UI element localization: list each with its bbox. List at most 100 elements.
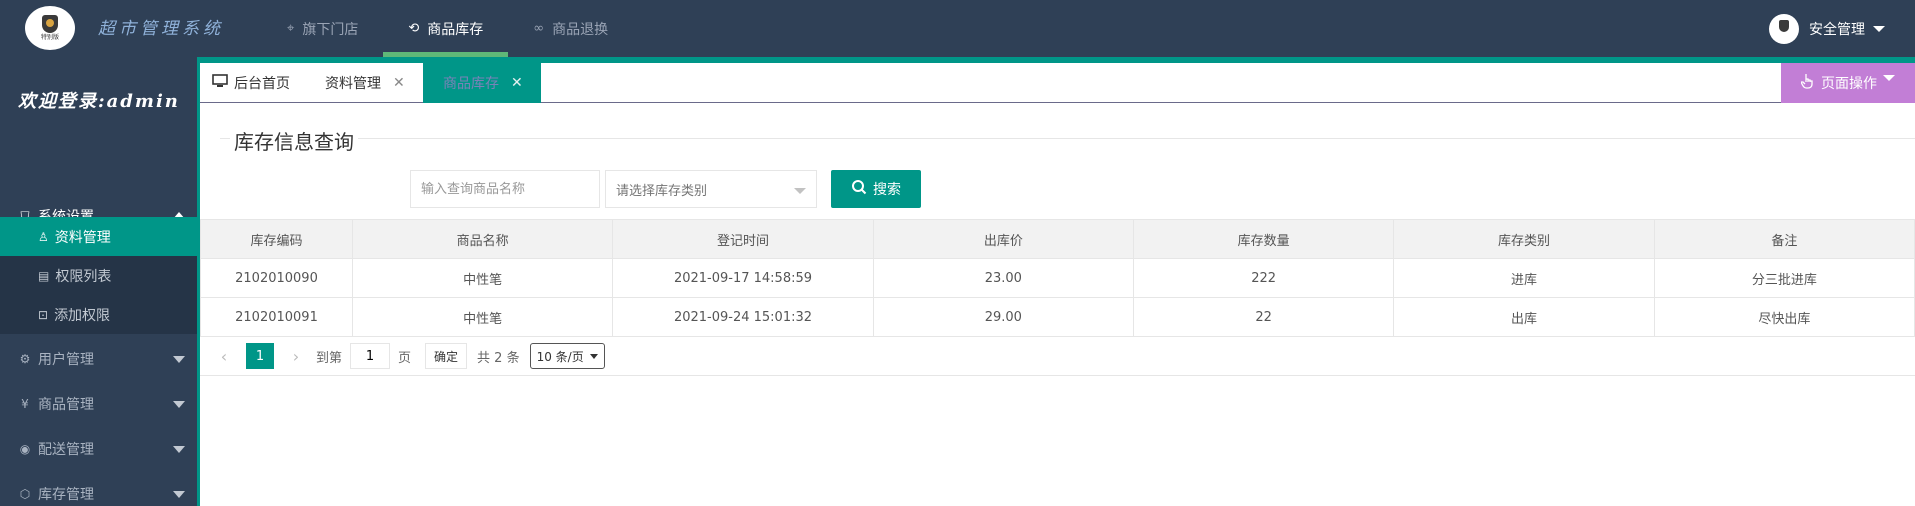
- pagination: ‹ 1 › 到第 页 确定 共 2 条 10 条/页: [210, 342, 605, 370]
- sidebar: 欢迎登录:admin ⛉ 系统设置 ♙ 资料管理 ▤ 权限列表 ⊡ 添加权限 ⚙…: [0, 57, 197, 506]
- page-size-select[interactable]: 10 条/页: [529, 343, 605, 369]
- location-pin-icon: ⌖: [287, 21, 295, 36]
- monitor-icon: [212, 74, 228, 92]
- lock-icon: ⊡: [38, 307, 49, 322]
- logo-crest-icon: 特别版: [35, 13, 65, 43]
- tab-label: 资料管理: [325, 76, 381, 92]
- sidebar-item-label: 资料管理: [54, 229, 111, 246]
- topnav-label: 商品库存: [427, 21, 484, 38]
- chevron-down-icon: [173, 401, 185, 408]
- close-icon[interactable]: ✕: [511, 75, 523, 91]
- cell-stock-type: 进库: [1393, 258, 1655, 298]
- chevron-right-icon[interactable]: ›: [282, 347, 310, 366]
- tab-product-inventory[interactable]: 商品库存 ✕: [423, 63, 541, 103]
- caret-down-icon: [1873, 26, 1885, 32]
- tab-label: 商品库存: [443, 76, 499, 92]
- cell-stock-code: 2102010091: [200, 297, 353, 337]
- topnav-item-inventory[interactable]: ⟲ 商品库存: [383, 0, 509, 57]
- column-header[interactable]: 登记时间: [612, 219, 874, 259]
- confirm-button[interactable]: 确定: [425, 343, 468, 369]
- inventory-icon: ⟲: [408, 21, 420, 36]
- total-count: 共 2 条: [477, 350, 520, 366]
- table-header-row: 库存编码 商品名称 登记时间 出库价 库存数量 库存类别 备注: [200, 219, 1915, 259]
- column-header[interactable]: 库存编码: [200, 219, 353, 259]
- sidebar-group-user-management[interactable]: ⚙ 用户管理: [0, 339, 197, 379]
- chevron-down-icon: [173, 356, 185, 363]
- delivery-icon: ◉: [19, 442, 31, 456]
- tab-profile-management[interactable]: 资料管理 ✕: [325, 63, 405, 103]
- sidebar-group-label: 库存管理: [38, 487, 94, 503]
- chevron-left-icon[interactable]: ‹: [210, 347, 238, 366]
- caret-down-icon: [1883, 75, 1895, 81]
- cell-price: 29.00: [872, 297, 1134, 337]
- sidebar-item-permission-list[interactable]: ▤ 权限列表: [0, 256, 197, 295]
- table-row[interactable]: 2102010091 中性笔 2021-09-24 15:01:32 29.00…: [200, 297, 1915, 337]
- return-icon: ∞: [533, 21, 545, 36]
- caret-down-icon: [589, 353, 598, 359]
- sidebar-group-inventory-management[interactable]: ⬡ 库存管理: [0, 474, 197, 506]
- column-header[interactable]: 商品名称: [351, 219, 614, 259]
- sidebar-item-add-permission[interactable]: ⊡ 添加权限: [0, 295, 197, 334]
- fieldset-divider: [220, 138, 1915, 139]
- table-row[interactable]: 2102010090 中性笔 2021-09-17 14:58:59 23.00…: [200, 258, 1915, 298]
- sidebar-item-label: 权限列表: [55, 268, 112, 285]
- column-header[interactable]: 库存数量: [1132, 219, 1395, 259]
- tab-label: 后台首页: [234, 76, 290, 92]
- cell-remark: 分三批进库: [1653, 258, 1915, 298]
- goto-label: 到第: [316, 350, 343, 366]
- pager-divider: [200, 375, 1915, 376]
- cell-price: 23.00: [872, 258, 1134, 298]
- sidebar-item-label: 添加权限: [54, 307, 111, 324]
- search-button-label: 搜索: [873, 182, 901, 198]
- topnav-item-returns[interactable]: ∞ 商品退换: [508, 0, 633, 57]
- hand-pointer-icon: [1799, 73, 1815, 93]
- top-header: 特别版 超市管理系统 ⌖ 旗下门店 ⟲ 商品库存 ∞ 商品退换 安全管理: [0, 0, 1915, 57]
- search-input[interactable]: [410, 170, 600, 208]
- sidebar-item-profile-management[interactable]: ♙ 资料管理: [0, 217, 197, 256]
- page-number-current[interactable]: 1: [246, 343, 274, 369]
- box-icon: ⬡: [19, 487, 31, 501]
- tab-bar: 后台首页 资料管理 ✕ 商品库存 ✕: [200, 63, 1915, 103]
- chevron-down-icon: [173, 446, 185, 453]
- page-size-value: 10 条/页: [536, 349, 584, 364]
- cell-quantity: 22: [1132, 297, 1395, 337]
- category-select[interactable]: 请选择库存类别: [605, 170, 817, 208]
- cell-quantity: 222: [1132, 258, 1395, 298]
- sidebar-group-delivery-management[interactable]: ◉ 配送管理: [0, 429, 197, 469]
- page-operations-label: 页面操作: [1821, 76, 1877, 92]
- chevron-down-icon: [173, 491, 185, 498]
- user-menu-label: 安全管理: [1809, 22, 1865, 38]
- close-icon[interactable]: ✕: [393, 75, 405, 91]
- sidebar-group-label: 配送管理: [38, 442, 94, 458]
- cell-product-name: 中性笔: [351, 297, 614, 337]
- sidebar-group-product-management[interactable]: ¥ 商品管理: [0, 384, 197, 424]
- list-icon: ▤: [38, 268, 50, 283]
- column-header[interactable]: 出库价: [872, 219, 1134, 259]
- page-title: 库存信息查询: [230, 126, 358, 155]
- user-icon: ♙: [38, 229, 49, 244]
- yen-icon: ¥: [21, 397, 29, 411]
- topnav-item-stores[interactable]: ⌖ 旗下门店: [262, 0, 383, 57]
- inventory-table: 库存编码 商品名称 登记时间 出库价 库存数量 库存类别 备注 21020100…: [200, 219, 1915, 337]
- top-nav: ⌖ 旗下门店 ⟲ 商品库存 ∞ 商品退换: [262, 0, 633, 57]
- cell-stock-code: 2102010090: [200, 258, 353, 298]
- sidebar-group-label: 用户管理: [38, 352, 94, 368]
- category-select-placeholder: 请选择库存类别: [616, 183, 708, 199]
- tab-dashboard[interactable]: 后台首页: [212, 63, 290, 103]
- app-title: 超市管理系统: [98, 19, 224, 39]
- topnav-label: 商品退换: [552, 21, 609, 38]
- search-button[interactable]: 搜索: [831, 170, 921, 208]
- column-header[interactable]: 备注: [1653, 219, 1915, 259]
- column-header[interactable]: 库存类别: [1393, 219, 1655, 259]
- search-icon: [851, 179, 867, 199]
- goto-page-input[interactable]: [350, 343, 391, 369]
- user-menu[interactable]: 安全管理: [1769, 14, 1885, 44]
- gear-icon: ⚙: [19, 352, 31, 366]
- logo[interactable]: 特别版: [25, 6, 75, 50]
- page-unit-label: 页: [398, 350, 412, 366]
- welcome-text: 欢迎登录:admin: [18, 91, 180, 112]
- sidebar-group-label: 商品管理: [38, 397, 94, 413]
- cell-stock-type: 出库: [1393, 297, 1655, 337]
- page-operations-button[interactable]: 页面操作: [1781, 63, 1915, 103]
- cell-product-name: 中性笔: [351, 258, 614, 298]
